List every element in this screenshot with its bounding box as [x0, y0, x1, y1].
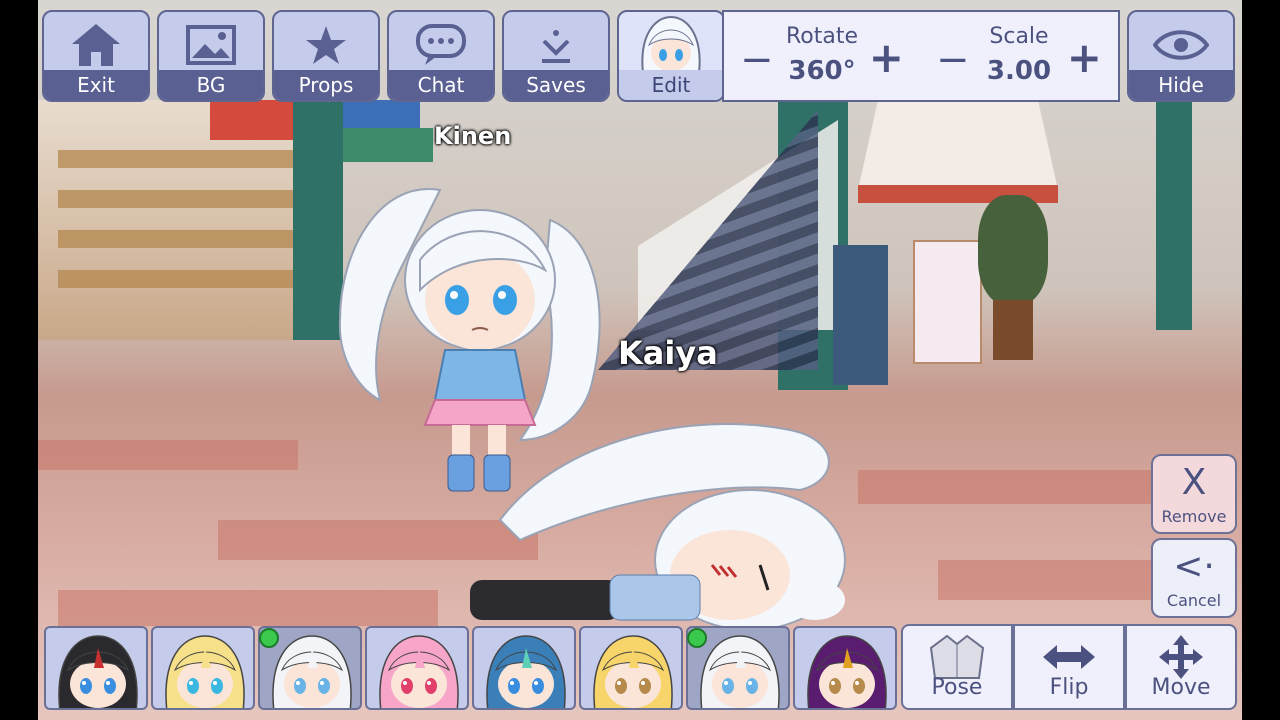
info-board [913, 240, 982, 364]
bg-button[interactable]: BG [157, 10, 265, 102]
props-button[interactable]: Props [272, 10, 380, 102]
selected-indicator [687, 628, 707, 648]
saves-button[interactable]: Saves [502, 10, 610, 102]
download-icon [504, 20, 608, 70]
eye-icon [1129, 20, 1233, 70]
character-slot[interactable] [151, 626, 255, 710]
character-slot[interactable] [44, 626, 148, 710]
escalator [598, 110, 818, 370]
rotate-increase-button[interactable]: + [869, 37, 904, 79]
cancel-label: Cancel [1166, 591, 1222, 610]
selected-indicator [259, 628, 279, 648]
scale-control: − Scale 3.00 + [920, 10, 1120, 102]
potted-plant [978, 195, 1048, 305]
character-avatar-icon [486, 635, 566, 708]
cancel-button[interactable]: <· Cancel [1151, 538, 1237, 618]
exit-label: Exit [44, 70, 148, 100]
home-icon [44, 20, 148, 70]
chat-button[interactable]: Chat [387, 10, 495, 102]
chat-label: Chat [389, 70, 493, 100]
store-shelf [58, 190, 308, 208]
kiosk-canopy [858, 100, 1058, 190]
character-avatar-icon [58, 635, 138, 708]
remove-button[interactable]: X Remove [1151, 454, 1237, 534]
jacket-icon [903, 634, 1011, 680]
character-slot[interactable] [793, 626, 897, 710]
character-avatar-icon [619, 14, 723, 76]
pillar [1156, 100, 1192, 330]
character-avatar-icon [379, 635, 459, 708]
edit-button[interactable]: Edit [617, 10, 725, 102]
character-avatar-icon [165, 635, 245, 708]
flip-button[interactable]: Flip [1013, 624, 1125, 710]
floor-tile [858, 470, 1188, 504]
character-avatar-icon [593, 635, 673, 708]
move-arrows-icon [1127, 634, 1235, 680]
cafe-sign [343, 128, 433, 162]
store-shelf [58, 230, 308, 248]
pose-label: Pose [931, 675, 983, 700]
bg-label: BG [159, 70, 263, 100]
scale-increase-button[interactable]: + [1067, 37, 1102, 79]
edit-label: Edit [619, 70, 723, 100]
character-slot[interactable] [365, 626, 469, 710]
character-kaiya[interactable] [460, 400, 900, 630]
chat-bubble-icon [389, 20, 493, 70]
brochure-rack [833, 245, 888, 385]
back-arrow-icon: <· [1173, 546, 1215, 587]
close-icon: X [1181, 462, 1207, 503]
remove-label: Remove [1161, 507, 1227, 526]
store-shelf [58, 150, 308, 168]
pose-button[interactable]: Pose [901, 624, 1013, 710]
move-label: Move [1151, 675, 1211, 700]
character-name-label: Kinen [434, 122, 512, 150]
props-label: Props [274, 70, 378, 100]
left-right-arrow-icon [1015, 634, 1123, 680]
star-icon [274, 20, 378, 70]
store-shelf [58, 270, 308, 288]
plant-pot [993, 300, 1033, 360]
exit-button[interactable]: Exit [42, 10, 150, 102]
flip-label: Flip [1049, 675, 1089, 700]
image-icon [159, 20, 263, 70]
character-slot[interactable] [472, 626, 576, 710]
rotate-control: − Rotate 360° + [722, 10, 922, 102]
floor-tile [38, 440, 298, 470]
move-button[interactable]: Move [1125, 624, 1237, 710]
saves-label: Saves [504, 70, 608, 100]
character-name-label: Kaiya [618, 334, 718, 372]
hide-button[interactable]: Hide [1127, 10, 1235, 102]
floor-tile [58, 590, 438, 626]
character-slot[interactable] [579, 626, 683, 710]
character-avatar-icon [807, 635, 887, 708]
hide-label: Hide [1129, 70, 1233, 100]
